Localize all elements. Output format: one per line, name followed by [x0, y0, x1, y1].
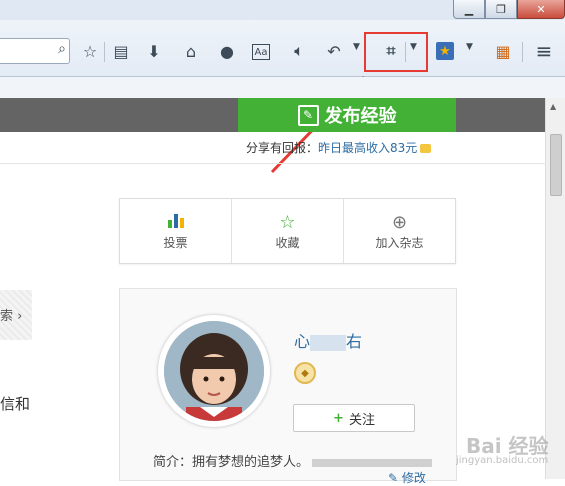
share-highlight-link[interactable]: 昨日最高收入83元 [318, 141, 417, 155]
publish-button[interactable]: ✎ 发布经验 [238, 98, 456, 132]
plus-circle-icon: ⊕ [391, 211, 408, 233]
edit-link[interactable]: ✎ 修改 [388, 469, 426, 486]
add-to-magazine-label: 加入杂志 [375, 235, 424, 250]
redacted-name [310, 334, 347, 351]
follow-label: 关注 [348, 412, 375, 428]
avatar-photo [164, 321, 264, 421]
bookmarks-bar [0, 77, 565, 98]
plus-icon: + [333, 410, 344, 426]
level-badge-icon: ◆ [294, 362, 316, 384]
watermark-url: jingyan.baidu.com [456, 455, 549, 466]
favorite-label: 收藏 [275, 235, 300, 250]
scrollbar[interactable]: ▲ [545, 98, 565, 479]
redacted-intro [312, 458, 433, 467]
intro-text: 拥有梦想的追梦人。 [192, 455, 310, 470]
star-icon: ☆ [279, 211, 296, 233]
follow-button[interactable]: + 关注 [293, 404, 415, 432]
scrollbar-thumb[interactable] [550, 134, 562, 196]
left-text-fragment-2: 信和 [0, 395, 31, 413]
action-bar: 投票 ☆ 收藏 ⊕ 加入杂志 [119, 198, 456, 264]
avatar[interactable] [158, 315, 270, 427]
edit-icon: ✎ [297, 104, 319, 126]
bar-chart-icon [167, 212, 184, 234]
share-prefix: 分享有回报： [246, 141, 319, 155]
publish-label: 发布经验 [324, 106, 397, 127]
divider [0, 163, 546, 164]
author-name[interactable]: 心右 [294, 328, 362, 352]
scroll-up-icon[interactable]: ▲ [550, 102, 556, 111]
avatar-photo-drawing [164, 321, 264, 421]
share-reward-line: 分享有回报：昨日最高收入83元 [246, 139, 432, 156]
vote-button[interactable]: 投票 [120, 199, 232, 263]
author-intro: 简介：拥有梦想的追梦人。 [153, 451, 433, 470]
add-to-magazine-button[interactable]: ⊕ 加入杂志 [344, 199, 455, 263]
coin-icon [420, 144, 432, 153]
vote-label: 投票 [163, 235, 188, 250]
left-text-fragment: 索 › [0, 309, 23, 324]
favorite-button[interactable]: ☆ 收藏 [232, 199, 344, 263]
